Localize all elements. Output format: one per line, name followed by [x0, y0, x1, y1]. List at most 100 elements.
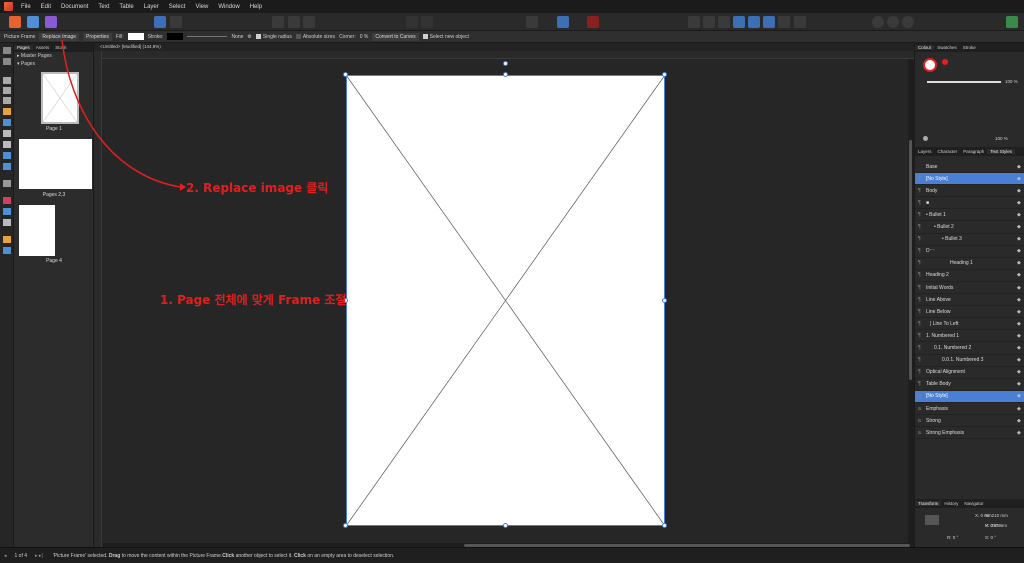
text-style-name: Body: [926, 187, 938, 194]
style-options-icon[interactable]: ◆: [1017, 406, 1024, 412]
style-options-icon[interactable]: ◆: [1017, 357, 1024, 363]
text-style-name: 0.0.1. Numbered 3: [942, 357, 984, 364]
style-options-icon[interactable]: ◆: [1017, 418, 1024, 424]
style-options-icon[interactable]: ◆: [1017, 333, 1024, 339]
text-style-row[interactable]: ¶ 0.0.1. Numbered 3 ◆: [915, 355, 1024, 367]
tab-navigator[interactable]: Navigator: [961, 501, 986, 506]
style-options-icon[interactable]: ◆: [1017, 381, 1024, 387]
opacity-value-2[interactable]: 100 %: [995, 136, 1008, 141]
text-style-row[interactable]: ¶ • Bullet 3 ◆: [915, 234, 1024, 246]
page-indicator[interactable]: 1 of 4: [15, 553, 28, 559]
text-style-name: • Bullet 2: [934, 224, 954, 230]
text-style-name: Emphasis: [926, 405, 948, 412]
text-style-name: Heading 2: [926, 272, 949, 279]
text-style-row[interactable]: ¶ | Line To Left ◆: [915, 318, 1024, 331]
text-style-row[interactable]: ¶ • Bullet 1 ◆: [915, 209, 1024, 222]
text-style-name: Strong: [926, 417, 941, 424]
text-style-name: Strong Emphasis: [926, 429, 965, 436]
text-style-name: Base: [926, 163, 938, 170]
next-page-icon[interactable]: ▸ ▸|: [35, 553, 43, 559]
transform-s[interactable]: S: 0 °: [985, 535, 996, 540]
text-style-row[interactable]: ¶ Heading 1 ◆: [915, 258, 1024, 270]
text-style-row[interactable]: Base ◆: [915, 161, 1024, 173]
text-style-row[interactable]: ¶ Line Below ◆: [915, 306, 1024, 319]
text-style-row[interactable]: ¶ Table Body ◆: [915, 379, 1024, 391]
stroke-color-well[interactable]: [942, 59, 948, 65]
text-style-name: Initial Words: [926, 284, 954, 291]
style-options-icon[interactable]: ◆: [1017, 393, 1024, 399]
transform-h[interactable]: H: 297 mm: [985, 523, 1007, 528]
style-options-icon[interactable]: ◆: [1017, 345, 1024, 351]
text-style-name: Optical Alignment: [926, 369, 965, 376]
annotation-step-1: 1. Page 전체에 맞게 Frame 조절: [160, 293, 347, 307]
style-options-icon[interactable]: ◆: [1017, 285, 1024, 291]
text-style-name: [No Style]: [926, 393, 948, 400]
opacity-slider[interactable]: [927, 81, 1001, 83]
style-options-icon[interactable]: ◆: [1017, 248, 1024, 254]
text-style-row[interactable]: ¶ Optical Alignment ◆: [915, 367, 1024, 379]
tab-swatches[interactable]: Swatches: [934, 45, 960, 50]
style-options-icon[interactable]: ◆: [1017, 309, 1024, 315]
style-options-icon[interactable]: ◆: [1017, 188, 1024, 194]
style-options-icon[interactable]: ◆: [1017, 321, 1024, 327]
style-options-icon[interactable]: ◆: [1017, 297, 1024, 303]
annotation-arrow: [61, 39, 186, 191]
tab-transform[interactable]: Transform: [915, 501, 942, 506]
text-style-name: ■: [926, 199, 930, 206]
text-style-name: Table Body: [926, 381, 951, 388]
text-style-row[interactable]: a Strong Emphasis ◆: [915, 427, 1024, 440]
style-options-icon[interactable]: ◆: [1017, 200, 1024, 206]
tab-history[interactable]: History: [941, 501, 961, 506]
text-style-row[interactable]: ¶ [No Style] ◆: [915, 173, 1024, 186]
text-style-row[interactable]: a Emphasis ◆: [915, 403, 1024, 415]
style-options-icon[interactable]: ◆: [1017, 164, 1024, 170]
fill-color-well[interactable]: [923, 58, 937, 72]
tab-character[interactable]: Character: [935, 149, 961, 154]
style-options-icon[interactable]: ◆: [1017, 236, 1024, 242]
text-style-name: Line Above: [926, 296, 951, 303]
style-options-icon[interactable]: ◆: [1017, 224, 1024, 230]
style-options-icon[interactable]: ◆: [1017, 260, 1024, 266]
text-style-row[interactable]: a Strong ◆: [915, 415, 1024, 428]
text-style-row[interactable]: ¶ • Bullet 2 ◆: [915, 222, 1024, 234]
tab-colour[interactable]: Colour: [915, 45, 935, 50]
right-panel: Colour Swatches Stroke 100 % 100 % Layer…: [914, 43, 1024, 547]
opacity-value[interactable]: 100 %: [1005, 79, 1018, 84]
text-style-name: 1. Numbered 1: [926, 332, 960, 339]
text-style-row[interactable]: ¶ Line Above ◆: [915, 294, 1024, 307]
first-page-icon[interactable]: ◂: [4, 553, 7, 559]
transform-r[interactable]: R: 0 °: [947, 535, 958, 540]
tab-layers[interactable]: Layers: [915, 149, 935, 154]
noise-icon[interactable]: [923, 136, 928, 141]
annotation-step-2: 2. Replace image 클릭: [186, 181, 329, 195]
status-bar: ◂ 1 of 4 ▸ ▸| 'Picture Frame' selected. …: [0, 547, 1024, 563]
text-style-row[interactable]: ¶ Body ◆: [915, 185, 1024, 198]
text-style-row[interactable]: a [No Style] ◆: [915, 390, 1024, 403]
anchor-selector[interactable]: [925, 515, 939, 525]
text-style-name: 0.1. Numbered 2: [934, 345, 972, 351]
text-style-row[interactable]: ¶ Heading 2 ◆: [915, 270, 1024, 282]
text-style-row[interactable]: ¶ 0.1. Numbered 2 ◆: [915, 343, 1024, 355]
tab-stroke[interactable]: Stroke: [960, 45, 979, 50]
transform-panel-tabs: Transform History Navigator: [915, 499, 1024, 508]
text-style-row[interactable]: ¶ ■ ◆: [915, 197, 1024, 210]
text-style-name: • Bullet 1: [926, 211, 946, 218]
style-options-icon[interactable]: ◆: [1017, 212, 1024, 218]
tab-text-styles[interactable]: Text Styles: [987, 149, 1016, 154]
text-style-name: | Line To Left: [930, 320, 959, 327]
text-style-row[interactable]: ¶ Initial Words ◆: [915, 282, 1024, 294]
style-options-icon[interactable]: ◆: [1017, 430, 1024, 436]
text-panel-tabs: Layers Character Paragraph Text Styles: [915, 147, 1024, 156]
text-style-name: D⁻⁻: [926, 248, 935, 255]
style-options-icon[interactable]: ◆: [1017, 369, 1024, 375]
vertical-scrollbar[interactable]: [909, 140, 912, 380]
text-style-row[interactable]: ¶ D⁻⁻ ◆: [915, 246, 1024, 258]
style-options-icon[interactable]: ◆: [1017, 176, 1024, 182]
text-style-name: Heading 1: [950, 260, 973, 267]
text-style-name: Line Below: [926, 308, 951, 315]
tab-paragraph[interactable]: Paragraph: [960, 149, 987, 154]
colour-panel-tabs: Colour Swatches Stroke: [915, 43, 1024, 52]
style-options-icon[interactable]: ◆: [1017, 272, 1024, 278]
text-style-row[interactable]: ¶ 1. Numbered 1 ◆: [915, 330, 1024, 343]
transform-w[interactable]: W: 210 mm: [985, 513, 1008, 518]
